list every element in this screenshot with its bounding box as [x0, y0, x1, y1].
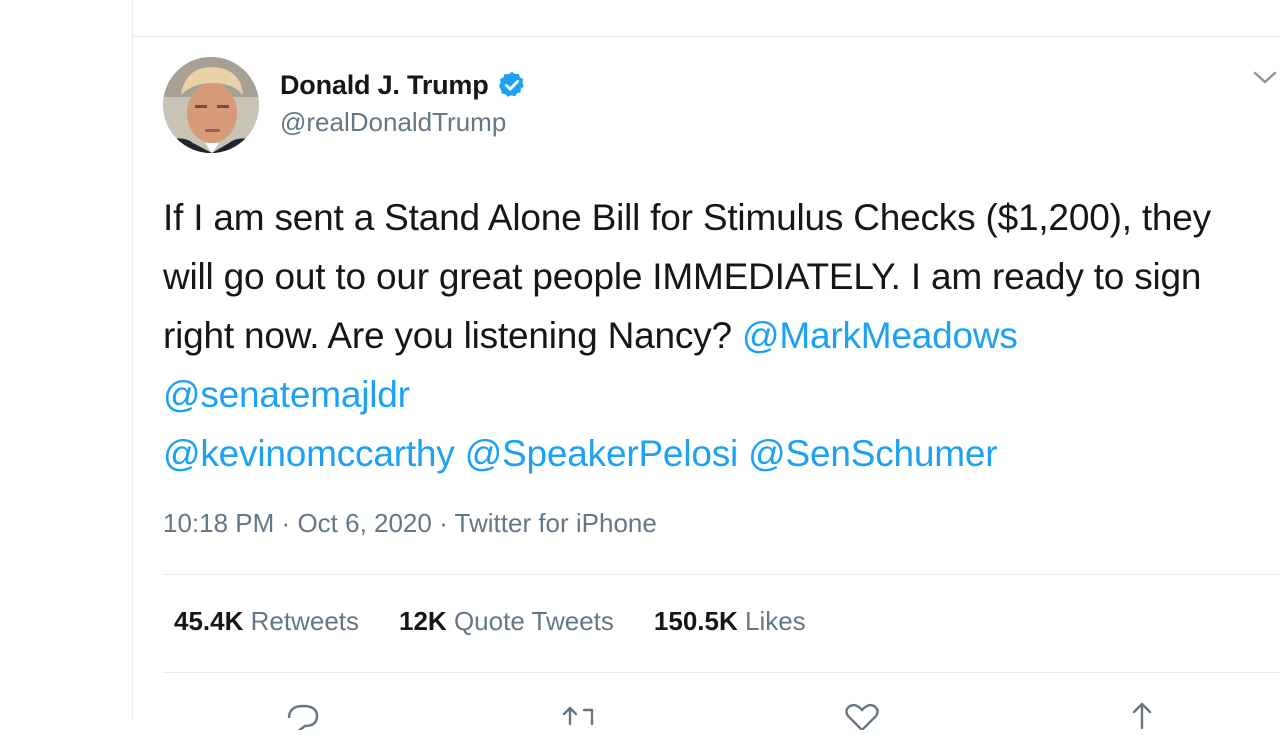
quote-tweets-count: 12K: [399, 606, 447, 636]
left-column: [0, 0, 133, 720]
retweet-icon[interactable]: [560, 700, 600, 730]
meta-separator: ·: [439, 508, 448, 538]
chevron-down-icon[interactable]: [1252, 68, 1278, 88]
quote-tweets-stat[interactable]: 12K Quote Tweets: [399, 606, 614, 637]
tweet-date[interactable]: Oct 6, 2020: [297, 508, 431, 538]
author-name[interactable]: Donald J. Trump: [280, 70, 489, 101]
author-handle[interactable]: @realDonaldTrump: [280, 107, 527, 138]
likes-count: 150.5K: [653, 606, 738, 636]
tweet-time[interactable]: 10:18 PM: [163, 508, 274, 538]
mention-link[interactable]: @MarkMeadows: [742, 315, 1018, 356]
meta-separator: ·: [281, 508, 291, 538]
reply-icon[interactable]: [283, 700, 323, 733]
tweet-text-space: [455, 433, 465, 474]
share-icon[interactable]: [1122, 700, 1162, 730]
tweet-text: If I am sent a Stand Alone Bill for Stim…: [163, 188, 1243, 483]
avatar-image: [163, 57, 259, 153]
tweet-meta: 10:18 PM · Oct 6, 2020 · Twitter for iPh…: [163, 508, 657, 539]
mention-link[interactable]: @SenSchumer: [748, 433, 997, 474]
like-icon[interactable]: [842, 700, 882, 732]
author-name-row: Donald J. Trump: [280, 66, 527, 104]
quote-tweets-label: Quote Tweets: [453, 606, 614, 636]
avatar[interactable]: [163, 57, 259, 153]
retweets-count: 45.4K: [174, 606, 244, 636]
tweet-text-body: If I am sent a Stand Alone Bill for Stim…: [163, 197, 1211, 356]
retweets-label: Retweets: [250, 606, 360, 636]
mention-link[interactable]: @kevinomccarthy: [163, 433, 455, 474]
likes-label: Likes: [744, 606, 806, 636]
retweets-stat[interactable]: 45.4K Retweets: [174, 606, 359, 637]
tweet-source[interactable]: Twitter for iPhone: [455, 508, 657, 538]
mention-link[interactable]: @SpeakerPelosi: [465, 433, 739, 474]
tweet-stats: 45.4K Retweets 12K Quote Tweets 150.5K L…: [174, 606, 846, 637]
tweet-text-space: [738, 433, 748, 474]
verified-badge-icon: [497, 70, 527, 100]
tweet-author: Donald J. Trump @realDonaldTrump: [280, 66, 527, 138]
divider: [163, 574, 1280, 575]
divider: [163, 672, 1280, 673]
likes-stat[interactable]: 150.5K Likes: [654, 606, 806, 637]
mention-link[interactable]: @senatemajldr: [163, 374, 410, 415]
